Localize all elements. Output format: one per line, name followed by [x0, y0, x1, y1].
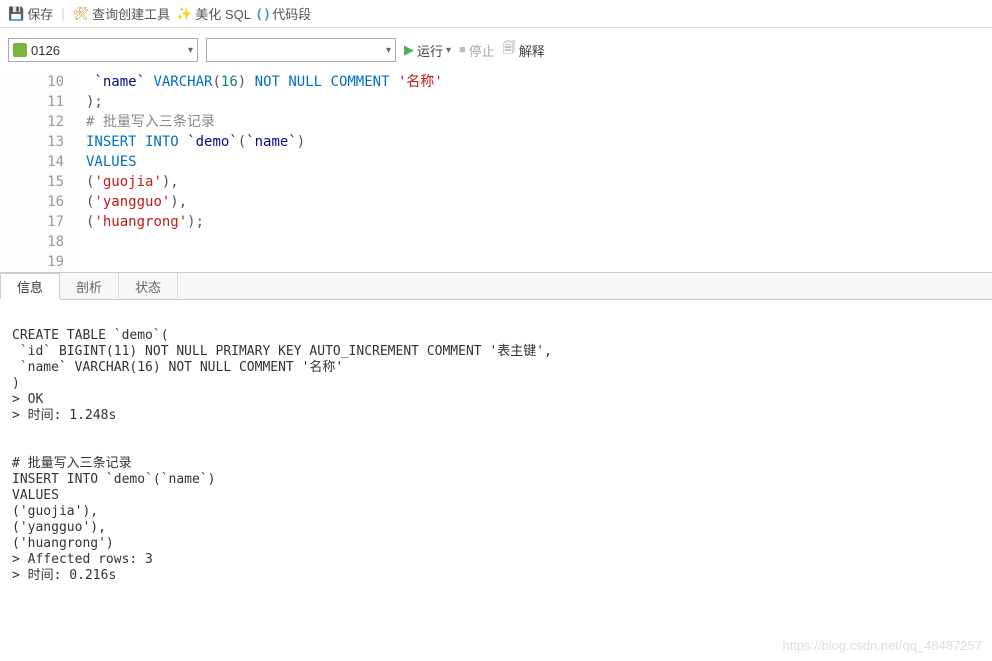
- stop-label: 停止: [469, 41, 495, 60]
- stop-button[interactable]: ■ 停止: [459, 41, 495, 60]
- wand-icon: ✨: [176, 6, 192, 22]
- tools-icon: 🛠: [73, 6, 90, 22]
- messages-pane[interactable]: CREATE TABLE `demo`( `id` BIGINT(11) NOT…: [0, 300, 992, 596]
- line-number: 12: [0, 112, 64, 132]
- top-toolbar: 💾 保存 | 🛠 查询创建工具 ✨ 美化 SQL ( ) 代码段: [0, 0, 992, 28]
- save-button[interactable]: 💾 保存: [8, 4, 53, 23]
- query-tools-label: 查询创建工具: [92, 4, 170, 23]
- tab-status[interactable]: 状态: [119, 273, 178, 299]
- explain-icon: 🗐: [503, 39, 516, 61]
- save-icon: 💾: [8, 6, 24, 22]
- chevron-down-icon: ▾: [386, 45, 391, 56]
- code-line[interactable]: [86, 232, 992, 252]
- database-icon: [13, 43, 27, 57]
- line-number: 17: [0, 212, 64, 232]
- separator: |: [61, 6, 64, 21]
- line-number: 13: [0, 132, 64, 152]
- code-line[interactable]: ('guojia'),: [86, 172, 992, 192]
- code-line[interactable]: # 批量写入三条记录: [86, 112, 992, 132]
- code-line[interactable]: VALUES: [86, 152, 992, 172]
- line-number: 14: [0, 152, 64, 172]
- sql-editor[interactable]: 10111213141516171819 `name` VARCHAR(16) …: [0, 72, 992, 272]
- tab-profile[interactable]: 剖析: [60, 273, 119, 299]
- code-area[interactable]: `name` VARCHAR(16) NOT NULL COMMENT '名称'…: [74, 72, 992, 272]
- line-number: 10: [0, 72, 64, 92]
- result-tabs: 信息 剖析 状态: [0, 272, 992, 300]
- play-icon: ▶: [404, 42, 414, 58]
- secondary-select[interactable]: ▾: [206, 38, 396, 62]
- save-label: 保存: [27, 4, 53, 23]
- code-line[interactable]: `name` VARCHAR(16) NOT NULL COMMENT '名称': [86, 72, 992, 92]
- snippet-label: 代码段: [272, 4, 311, 23]
- beautify-sql-button[interactable]: ✨ 美化 SQL: [176, 4, 251, 23]
- line-number: 18: [0, 232, 64, 252]
- database-select-value: 0126: [31, 43, 60, 58]
- run-label: 运行: [417, 41, 443, 60]
- beautify-label: 美化 SQL: [195, 4, 251, 23]
- snippet-icon: ( ): [257, 6, 269, 21]
- code-line[interactable]: [86, 252, 992, 272]
- controls-row: 0126 ▾ ▾ ▶ 运行 ▾ ■ 停止 🗐 解释: [0, 28, 992, 72]
- tab-info[interactable]: 信息: [0, 273, 60, 300]
- line-number: 19: [0, 252, 64, 272]
- chevron-down-icon: ▾: [188, 45, 193, 56]
- stop-icon: ■: [459, 44, 466, 56]
- explain-button[interactable]: 🗐 解释: [503, 39, 545, 61]
- run-button[interactable]: ▶ 运行 ▾: [404, 41, 451, 60]
- line-number: 16: [0, 192, 64, 212]
- snippet-button[interactable]: ( ) 代码段: [257, 4, 311, 23]
- database-select[interactable]: 0126 ▾: [8, 38, 198, 62]
- watermark: https://blog.csdn.net/qq_48487257: [783, 638, 983, 653]
- line-number: 11: [0, 92, 64, 112]
- code-line[interactable]: INSERT INTO `demo`(`name`): [86, 132, 992, 152]
- line-gutter: 10111213141516171819: [0, 72, 74, 272]
- explain-label: 解释: [519, 41, 545, 60]
- code-line[interactable]: ('huangrong');: [86, 212, 992, 232]
- dropdown-caret-icon: ▾: [446, 45, 451, 56]
- line-number: 15: [0, 172, 64, 192]
- code-line[interactable]: ('yangguo'),: [86, 192, 992, 212]
- query-tools-button[interactable]: 🛠 查询创建工具: [73, 4, 171, 23]
- code-line[interactable]: );: [86, 92, 992, 112]
